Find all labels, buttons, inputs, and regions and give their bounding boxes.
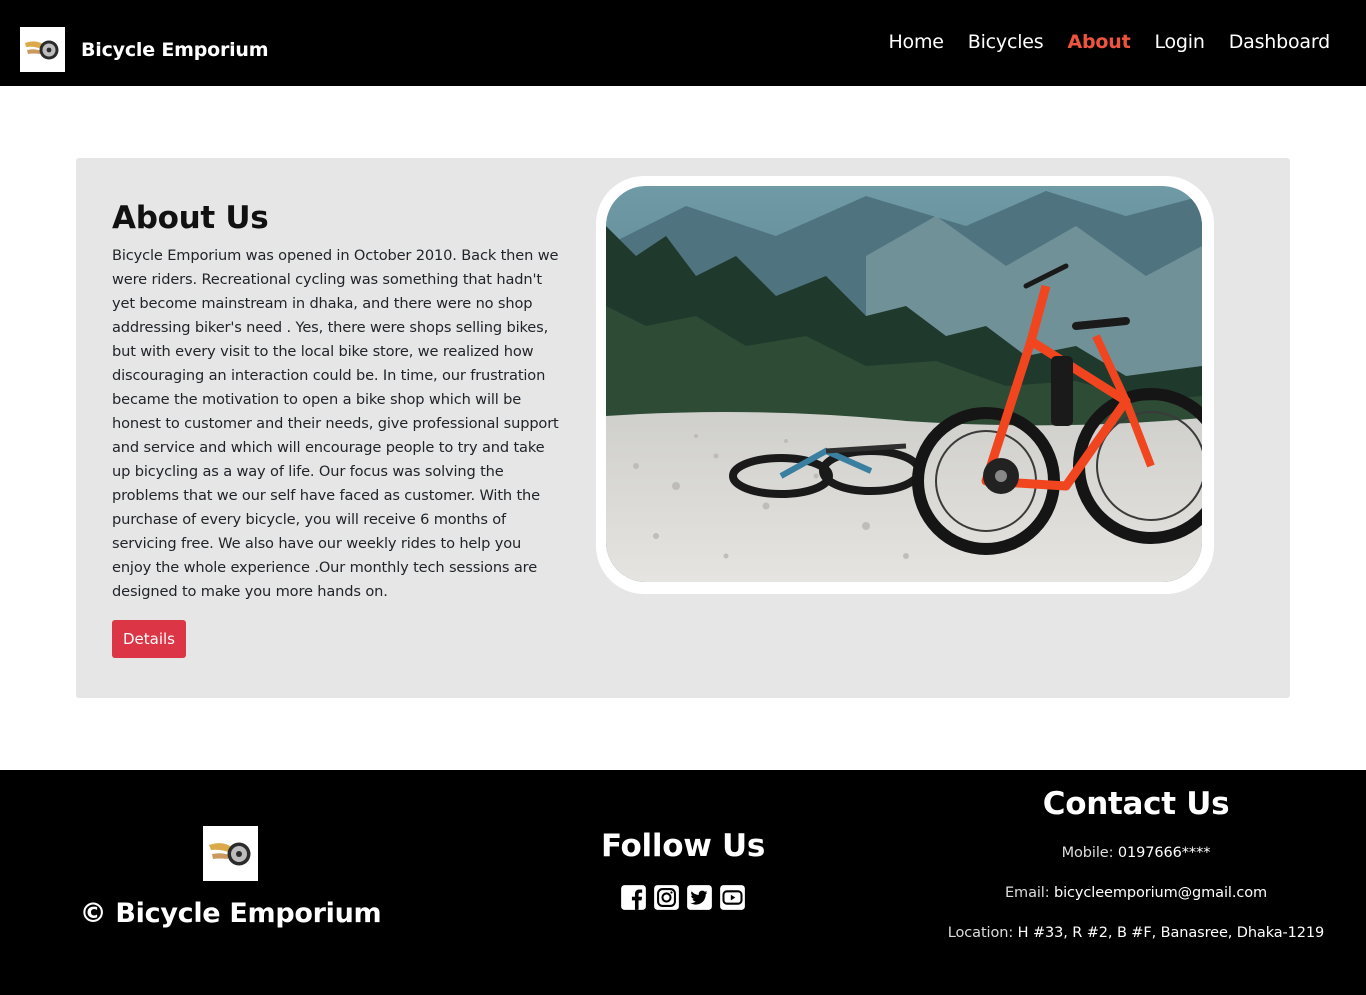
footer-logo bbox=[203, 826, 258, 881]
location-label: Location: bbox=[947, 925, 1014, 941]
photo-frame bbox=[596, 176, 1214, 594]
contact-email: Email: bicycleemporium@gmail.com bbox=[906, 885, 1366, 901]
nav-link-bicycles[interactable]: Bicycles bbox=[968, 31, 1044, 53]
nav-link-login[interactable]: Login bbox=[1154, 31, 1204, 53]
about-text: Bicycle Emporium was opened in October 2… bbox=[112, 247, 559, 600]
footer: © Bicycle Emporium Follow Us Contact Us … bbox=[0, 770, 1366, 995]
contact-title: Contact Us bbox=[1042, 786, 1230, 822]
facebook-icon[interactable] bbox=[620, 884, 647, 911]
email-value[interactable]: bicycleemporium@gmail.com bbox=[1054, 885, 1267, 901]
nav-link-about[interactable]: About bbox=[1067, 31, 1130, 53]
instagram-icon[interactable] bbox=[653, 884, 680, 911]
mountain-bike-image bbox=[606, 186, 1202, 582]
brand-name[interactable]: Bicycle Emporium bbox=[81, 39, 269, 61]
mobile-value: 0197666**** bbox=[1117, 845, 1211, 861]
follow-title: Follow Us bbox=[600, 828, 766, 864]
twitter-icon[interactable] bbox=[686, 884, 713, 911]
about-card: About Us Bicycle Emporium was opened in … bbox=[76, 158, 1290, 698]
mobile-label: Mobile: bbox=[1061, 845, 1114, 861]
contact-location: Location: H #33, R #2, B #F, Banasree, D… bbox=[906, 925, 1366, 941]
contact-mobile: Mobile: 0197666**** bbox=[906, 845, 1366, 861]
about-title: About Us bbox=[112, 200, 269, 236]
details-button[interactable]: Details bbox=[112, 620, 186, 658]
location-value: H #33, R #2, B #F, Banasree, Dhaka-1219 bbox=[1017, 925, 1325, 941]
wheel-logo-icon bbox=[203, 826, 258, 881]
email-label: Email: bbox=[1004, 885, 1050, 901]
nav-links: Home Bicycles About Login Dashboard bbox=[888, 31, 1330, 53]
brand-logo[interactable] bbox=[20, 27, 65, 72]
nav-link-dashboard[interactable]: Dashboard bbox=[1229, 31, 1330, 53]
nav-link-home[interactable]: Home bbox=[888, 31, 944, 53]
youtube-icon[interactable] bbox=[719, 884, 746, 911]
bicycle-photo bbox=[606, 186, 1202, 582]
navbar: Bicycle Emporium Home Bicycles About Log… bbox=[0, 0, 1366, 86]
wheel-logo-icon bbox=[20, 27, 65, 72]
